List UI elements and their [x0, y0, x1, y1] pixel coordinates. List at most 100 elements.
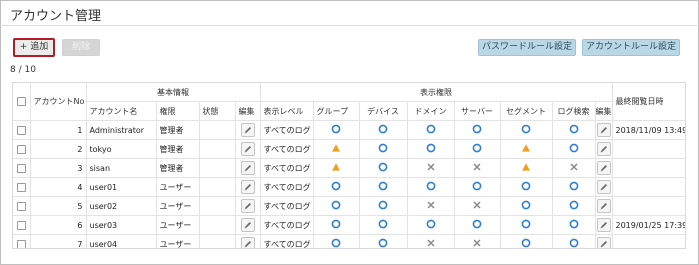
edit-account-cell [235, 139, 261, 159]
row-checkbox[interactable] [16, 201, 26, 211]
permission-cell [500, 158, 553, 178]
edit-account-button[interactable] [240, 180, 255, 194]
edit-account-button[interactable] [240, 218, 255, 232]
permission-cell [407, 215, 455, 235]
edit-account-button[interactable] [240, 237, 255, 248]
edit-permissions-button[interactable] [596, 199, 611, 213]
header-device[interactable]: デバイス [359, 101, 408, 121]
header-display-level[interactable]: 表示レベル [260, 101, 314, 121]
warning-triangle-icon [521, 143, 531, 155]
page-title: アカウント管理 [10, 9, 102, 24]
edit-account-cell [235, 196, 261, 216]
circle-icon [331, 200, 341, 212]
account-name: sisan [86, 158, 157, 178]
account-authority: 管理者 [156, 158, 200, 178]
permission-cell [407, 196, 455, 216]
header-last-login[interactable]: 最終閲覧日時 [612, 83, 685, 121]
row-select-cell [13, 120, 31, 140]
row-select-cell [13, 234, 31, 248]
account-no: 6 [30, 215, 87, 235]
table-row[interactable]: 4 user01 ユーザー すべてのログ [13, 177, 685, 197]
header-authority[interactable]: 権限 [156, 101, 200, 121]
circle-icon [378, 143, 388, 155]
circle-icon [569, 200, 579, 212]
circle-icon [378, 162, 388, 174]
edit-account-button[interactable] [240, 199, 255, 213]
permission-cell [313, 120, 360, 140]
table-row[interactable]: 2 tokyo 管理者 すべてのログ [13, 139, 685, 159]
account-name: user02 [86, 196, 157, 216]
permission-cell [407, 177, 455, 197]
password-rule-button[interactable]: パスワードルール設定 [478, 39, 576, 56]
circle-icon [378, 219, 388, 231]
row-checkbox[interactable] [16, 239, 26, 248]
edit-permissions-button[interactable] [596, 142, 611, 156]
edit-permissions-button[interactable] [596, 161, 611, 175]
account-rule-button[interactable]: アカウントルール設定 [582, 39, 680, 56]
permission-cell [552, 177, 596, 197]
warning-triangle-icon [521, 162, 531, 174]
header-segment[interactable]: セグメント [500, 101, 553, 121]
header-domain[interactable]: ドメイン [407, 101, 455, 121]
row-checkbox[interactable] [16, 182, 26, 192]
edit-permissions-button[interactable] [596, 218, 611, 232]
circle-icon [472, 181, 482, 193]
header-server[interactable]: サーバー [454, 101, 501, 121]
select-all-checkbox[interactable] [16, 97, 26, 106]
permission-cell [359, 158, 408, 178]
edit-permissions-cell [595, 120, 613, 140]
row-checkbox[interactable] [16, 125, 26, 135]
account-table: アカウントNo 基本情報 表示権限 最終閲覧日時 アカウント名 権限 状態 編集… [12, 82, 686, 249]
last-login [612, 234, 685, 248]
table-row[interactable]: 6 user03 ユーザー すべてのログ 2019/01/25 17:39 [13, 215, 685, 235]
cross-icon [472, 238, 482, 248]
permission-cell [313, 196, 360, 216]
account-authority: ユーザー [156, 215, 200, 235]
header-group-basic: 基本情報 [86, 83, 261, 102]
circle-icon [378, 124, 388, 136]
circle-icon [331, 238, 341, 248]
edit-account-button[interactable] [240, 123, 255, 137]
edit-permissions-cell [595, 139, 613, 159]
table-row[interactable]: 3 sisan 管理者 すべてのログ [13, 158, 685, 178]
account-authority: ユーザー [156, 177, 200, 197]
edit-permissions-button[interactable] [596, 237, 611, 248]
edit-account-button[interactable] [240, 161, 255, 175]
edit-permissions-button[interactable] [596, 180, 611, 194]
edit-permissions-cell [595, 234, 613, 248]
header-state[interactable]: 状態 [199, 101, 236, 121]
table-row[interactable]: 1 Administrator 管理者 すべてのログ 2018/11/09 13:49 [13, 120, 685, 140]
permission-cell [500, 196, 553, 216]
cross-icon [426, 162, 436, 174]
add-button[interactable]: + 追加 [13, 38, 55, 57]
permission-cell [454, 234, 501, 248]
row-checkbox[interactable] [16, 163, 26, 173]
table-row[interactable]: 5 user02 ユーザー すべてのログ [13, 196, 685, 216]
edit-permissions-button[interactable] [596, 123, 611, 137]
row-select-cell [13, 139, 31, 159]
account-name: user01 [86, 177, 157, 197]
account-name: user03 [86, 215, 157, 235]
header-log-search[interactable]: ログ検索 [552, 101, 596, 121]
permission-cell [407, 234, 455, 248]
row-checkbox[interactable] [16, 220, 26, 230]
permission-cell [500, 177, 553, 197]
edit-account-button[interactable] [240, 142, 255, 156]
permission-cell [454, 177, 501, 197]
permission-cell [454, 120, 501, 140]
header-account-no[interactable]: アカウントNo [30, 83, 87, 121]
display-level: すべてのログ [260, 196, 314, 216]
permission-cell [552, 158, 596, 178]
row-checkbox[interactable] [16, 144, 26, 154]
delete-button[interactable]: 削除 [62, 39, 100, 56]
permission-cell [359, 215, 408, 235]
last-login [612, 177, 685, 197]
account-authority: ユーザー [156, 196, 200, 216]
circle-icon [569, 181, 579, 193]
circle-icon [521, 124, 531, 136]
header-account-name[interactable]: アカウント名 [86, 101, 157, 121]
permission-cell [552, 196, 596, 216]
account-no: 4 [30, 177, 87, 197]
table-row[interactable]: 7 user04 ユーザー すべてのログ [13, 234, 685, 248]
header-group[interactable]: グループ [313, 101, 360, 121]
